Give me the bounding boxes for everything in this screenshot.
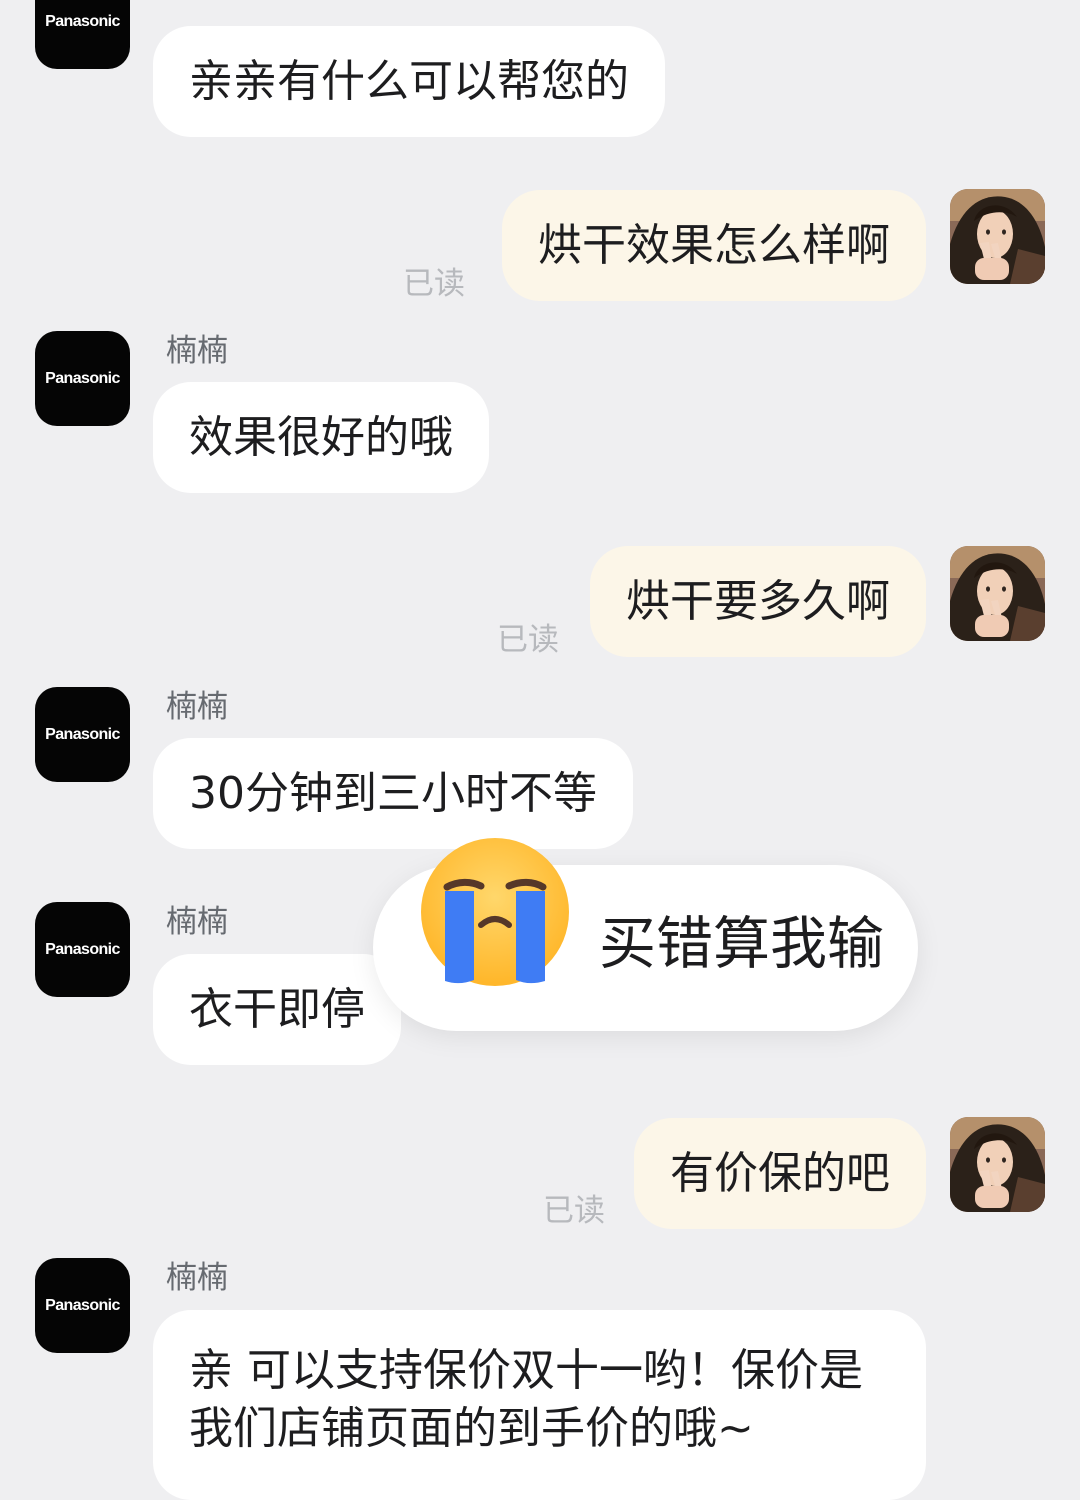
message-text: 效果很好的哦 [189,411,453,463]
message-bubble-right[interactable]: 烘干要多久啊 [590,546,926,657]
message-text: 亲亲有什么可以帮您的 [189,55,629,107]
message-text: 亲 可以支持保价双十一哟！保价是我们店铺页面的到手价的哦~ [189,1345,863,1454]
sender-name: 楠楠 [166,904,228,940]
message-bubble-right[interactable]: 有价保的吧 [634,1118,926,1229]
panasonic-logo-text: Panasonic [45,725,120,743]
panasonic-avatar[interactable]: Panasonic [35,902,130,997]
message-bubble-right[interactable]: 烘干效果怎么样啊 [502,190,926,301]
message-text: 烘干要多久啊 [626,575,890,627]
read-receipt: 已读 [403,266,465,302]
message-bubble-left[interactable]: 衣干即停 [153,954,401,1065]
user-profile-photo-icon [950,546,1045,641]
user-profile-photo-icon [950,1117,1045,1212]
message-bubble-left[interactable]: 效果很好的哦 [153,382,489,493]
message-bubble-left[interactable]: 30分钟到三小时不等 [153,738,633,849]
user-profile-photo-icon [950,189,1045,284]
panasonic-logo-text: Panasonic [45,369,120,387]
message-bubble-left[interactable]: 亲亲有什么可以帮您的 [153,26,665,137]
user-avatar[interactable] [950,189,1045,284]
overlay-caption-text: 买错算我输 [599,911,884,977]
read-receipt: 已读 [497,622,559,658]
panasonic-logo-text: Panasonic [45,940,120,958]
message-bubble-left[interactable]: 亲 可以支持保价双十一哟！保价是我们店铺页面的到手价的哦~ [153,1310,926,1500]
sender-name: 楠楠 [166,689,228,725]
read-receipt: 已读 [543,1193,605,1229]
panasonic-logo-text: Panasonic [45,12,120,30]
chat-thread[interactable]: Panasonic 亲亲有什么可以帮您的 已读 烘干效果怎么样啊 Panason… [0,0,1080,1500]
message-text: 衣干即停 [189,983,365,1035]
sender-name: 楠楠 [166,333,228,369]
overlay-caption-popup: 买错算我输 [373,838,918,1031]
panasonic-avatar[interactable]: Panasonic [35,331,130,426]
user-avatar[interactable] [950,546,1045,641]
crying-face-emoji-icon [421,838,569,986]
message-text: 有价保的吧 [670,1147,890,1199]
user-avatar[interactable] [950,1117,1045,1212]
panasonic-logo-text: Panasonic [45,1296,120,1314]
panasonic-avatar[interactable]: Panasonic [35,687,130,782]
message-text: 烘干效果怎么样啊 [538,219,890,271]
sender-name: 楠楠 [166,1260,228,1296]
panasonic-avatar[interactable]: Panasonic [35,0,130,69]
panasonic-avatar[interactable]: Panasonic [35,1258,130,1353]
message-text: 30分钟到三小时不等 [189,767,597,819]
